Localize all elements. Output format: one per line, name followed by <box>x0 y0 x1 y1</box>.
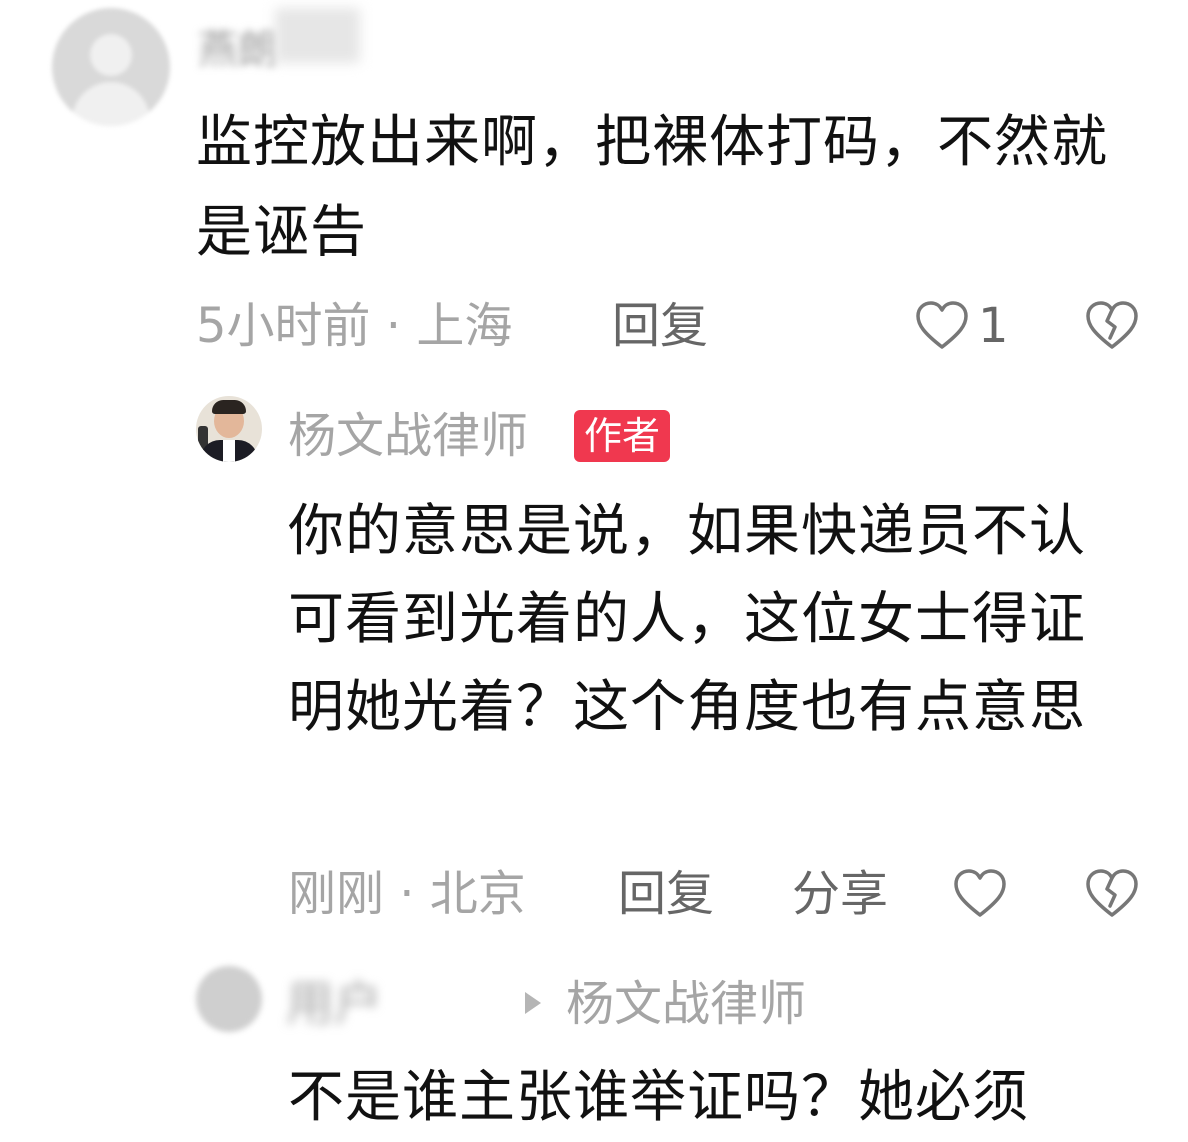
avatar[interactable] <box>196 396 262 462</box>
comment-text: 你的意思是说，如果快递员不认可看到光着的人，这位女士得证明她光着？这个角度也有点… <box>288 499 1086 740</box>
blur-mask <box>275 8 360 63</box>
share-button[interactable]: 分享 <box>792 862 888 926</box>
like-count: 1 <box>978 298 1009 354</box>
comment-meta: 刚刚 · 北京 <box>288 866 526 922</box>
comment-text: 不是谁主张谁举证吗？她必须 <box>288 1065 1029 1130</box>
heart-outline-icon[interactable] <box>952 868 1008 920</box>
triangle-right-icon <box>525 992 541 1014</box>
comment-text: 监控放出来啊，把裸体打码，不然就是诬告 <box>196 110 1108 265</box>
broken-heart-icon[interactable] <box>1084 300 1140 352</box>
broken-heart-icon[interactable] <box>1084 868 1140 920</box>
comment-author-name[interactable]: 用户 <box>286 972 496 1036</box>
reply-target-name[interactable]: 杨文战律师 <box>566 972 806 1036</box>
avatar[interactable] <box>52 8 170 126</box>
reply-button[interactable]: 回复 <box>618 862 714 926</box>
avatar[interactable] <box>196 966 262 1032</box>
comment-meta: 5小时前 · 上海 <box>196 298 513 354</box>
reply-button[interactable]: 回复 <box>612 294 708 358</box>
heart-outline-icon[interactable] <box>914 300 970 352</box>
comment-author-name[interactable]: 杨文战律师 <box>288 404 528 468</box>
author-badge: 作者 <box>574 410 671 462</box>
